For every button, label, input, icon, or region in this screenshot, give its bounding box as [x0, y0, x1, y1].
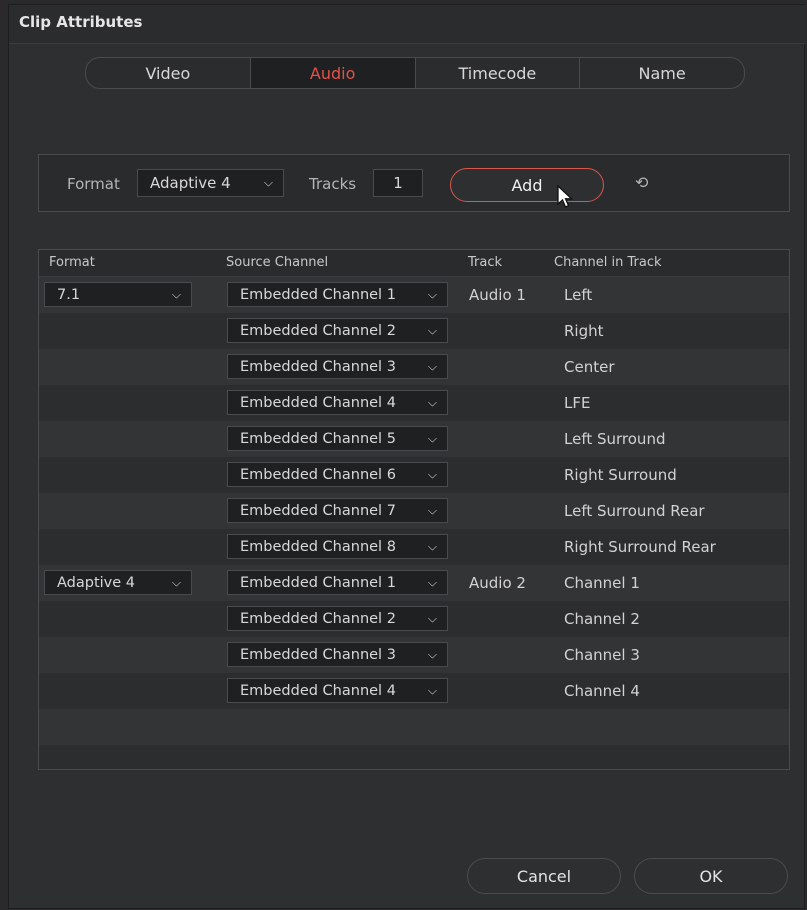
channel-mapping-table: Format Source Channel Track Channel in T… [38, 249, 790, 770]
add-track-bar: Format Adaptive 4 ⌵ Tracks 1 Add ⟲ [38, 154, 790, 212]
table-row: Embedded Channel 6 ⌵ Right Surround [39, 457, 789, 493]
format-dropdown-value: Adaptive 4 [150, 174, 231, 192]
source-channel-dropdown[interactable]: Embedded Channel 3 ⌵ [227, 642, 448, 667]
chevron-down-icon: ⌵ [427, 647, 437, 661]
source-channel-value: Embedded Channel 6 [240, 466, 396, 483]
title-bar: Clip Attributes [9, 5, 806, 44]
source-channel-dropdown[interactable]: Embedded Channel 2 ⌵ [227, 318, 448, 343]
header-track: Track [468, 255, 503, 270]
header-channel-in-track: Channel in Track [554, 255, 662, 270]
source-channel-value: Embedded Channel 4 [240, 682, 396, 699]
tracks-input[interactable]: 1 [373, 169, 423, 197]
channel-in-track-cell: Left Surround [564, 430, 666, 448]
source-channel-value: Embedded Channel 4 [240, 394, 396, 411]
mouse-cursor-icon [557, 185, 574, 208]
source-channel-value: Embedded Channel 8 [240, 538, 396, 555]
format-label: Format [67, 175, 120, 193]
channel-in-track-cell: Left Surround Rear [564, 502, 705, 520]
format-dropdown[interactable]: Adaptive 4 ⌵ [137, 169, 284, 197]
table-row: Adaptive 4 ⌵ Embedded Channel 1 ⌵ Audio 2 Cha… [39, 565, 789, 601]
source-channel-value: Embedded Channel 3 [240, 646, 396, 663]
tab-name[interactable]: Name [579, 58, 744, 88]
add-button[interactable]: Add [450, 168, 604, 202]
chevron-down-icon: ⌵ [427, 611, 437, 625]
table-row: 7.1 ⌵ Embedded Channel 1 ⌵ Audio 1 Left [39, 277, 789, 313]
source-channel-dropdown[interactable]: Embedded Channel 5 ⌵ [227, 426, 448, 451]
channel-in-track-cell: Right Surround [564, 466, 677, 484]
channel-in-track-cell: Channel 3 [564, 646, 640, 664]
row-format-value: Adaptive 4 [57, 574, 136, 591]
source-channel-value: Embedded Channel 1 [240, 286, 396, 303]
track-cell: Audio 2 [469, 574, 526, 592]
channel-in-track-cell: Center [564, 358, 615, 376]
chevron-down-icon: ⌵ [263, 175, 273, 190]
table-row: Embedded Channel 8 ⌵ Right Surround Rear [39, 529, 789, 565]
chevron-down-icon: ⌵ [171, 575, 181, 589]
tab-timecode[interactable]: Timecode [414, 58, 580, 88]
header-source-channel: Source Channel [226, 255, 329, 270]
dialog-title: Clip Attributes [19, 13, 143, 31]
clip-attributes-dialog: Clip Attributes Video Audio Timecode Nam… [8, 4, 806, 909]
table-row: Embedded Channel 4 ⌵ LFE [39, 385, 789, 421]
channel-in-track-cell: Channel 4 [564, 682, 640, 700]
chevron-down-icon: ⌵ [427, 575, 437, 589]
chevron-down-icon: ⌵ [171, 287, 181, 301]
source-channel-dropdown[interactable]: Embedded Channel 4 ⌵ [227, 390, 448, 415]
cancel-button[interactable]: Cancel [467, 858, 621, 894]
row-format-dropdown[interactable]: 7.1 ⌵ [44, 282, 192, 307]
channel-in-track-cell: LFE [564, 394, 591, 412]
reset-icon[interactable]: ⟲ [635, 173, 648, 192]
table-header: Format Source Channel Track Channel in T… [39, 250, 789, 277]
table-row: Embedded Channel 2 ⌵ Right [39, 313, 789, 349]
source-channel-dropdown[interactable]: Embedded Channel 1 ⌵ [227, 570, 448, 595]
chevron-down-icon: ⌵ [427, 467, 437, 481]
source-channel-dropdown[interactable]: Embedded Channel 2 ⌵ [227, 606, 448, 631]
chevron-down-icon: ⌵ [427, 287, 437, 301]
chevron-down-icon: ⌵ [427, 431, 437, 445]
source-channel-value: Embedded Channel 5 [240, 430, 396, 447]
channel-in-track-cell: Right Surround Rear [564, 538, 716, 556]
table-row: Embedded Channel 4 ⌵ Channel 4 [39, 673, 789, 709]
source-channel-dropdown[interactable]: Embedded Channel 4 ⌵ [227, 678, 448, 703]
channel-in-track-cell: Channel 2 [564, 610, 640, 628]
source-channel-value: Embedded Channel 2 [240, 610, 396, 627]
table-row: Embedded Channel 3 ⌵ Channel 3 [39, 637, 789, 673]
header-format: Format [49, 255, 95, 270]
channel-in-track-cell: Left [564, 286, 593, 304]
table-row: Embedded Channel 3 ⌵ Center [39, 349, 789, 385]
chevron-down-icon: ⌵ [427, 359, 437, 373]
source-channel-value: Embedded Channel 3 [240, 358, 396, 375]
tab-bar: Video Audio Timecode Name [85, 57, 745, 89]
table-row: Embedded Channel 2 ⌵ Channel 2 [39, 601, 789, 637]
row-format-value: 7.1 [57, 286, 81, 303]
chevron-down-icon: ⌵ [427, 395, 437, 409]
table-row [39, 709, 789, 745]
chevron-down-icon: ⌵ [427, 683, 437, 697]
chevron-down-icon: ⌵ [427, 503, 437, 517]
track-cell: Audio 1 [469, 286, 526, 304]
source-channel-dropdown[interactable]: Embedded Channel 3 ⌵ [227, 354, 448, 379]
source-channel-value: Embedded Channel 1 [240, 574, 396, 591]
row-format-dropdown[interactable]: Adaptive 4 ⌵ [44, 570, 192, 595]
source-channel-dropdown[interactable]: Embedded Channel 8 ⌵ [227, 534, 448, 559]
tab-video[interactable]: Video [86, 58, 250, 88]
source-channel-dropdown[interactable]: Embedded Channel 7 ⌵ [227, 498, 448, 523]
source-channel-value: Embedded Channel 2 [240, 322, 396, 339]
chevron-down-icon: ⌵ [427, 539, 437, 553]
tab-audio[interactable]: Audio [249, 58, 415, 88]
table-row: Embedded Channel 7 ⌵ Left Surround Rear [39, 493, 789, 529]
chevron-down-icon: ⌵ [427, 323, 437, 337]
ok-button[interactable]: OK [634, 858, 788, 894]
source-channel-dropdown[interactable]: Embedded Channel 1 ⌵ [227, 282, 448, 307]
channel-in-track-cell: Right [564, 322, 604, 340]
table-row [39, 745, 789, 769]
tracks-label: Tracks [309, 175, 357, 193]
table-row: Embedded Channel 5 ⌵ Left Surround [39, 421, 789, 457]
channel-in-track-cell: Channel 1 [564, 574, 640, 592]
source-channel-dropdown[interactable]: Embedded Channel 6 ⌵ [227, 462, 448, 487]
source-channel-value: Embedded Channel 7 [240, 502, 396, 519]
